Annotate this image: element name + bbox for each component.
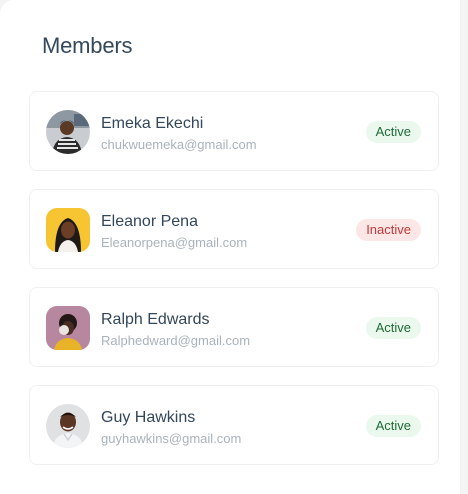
person-photo-avatar-icon bbox=[46, 110, 90, 154]
member-email: guyhawkins@gmail.com bbox=[101, 431, 242, 446]
member-email: Ralphedward@gmail.com bbox=[101, 333, 251, 348]
person-photo-avatar-icon bbox=[46, 306, 90, 350]
members-panel: Members Emeka Ekechi chukwuemeka@gmail.c… bbox=[0, 0, 460, 494]
member-card-guy-hawkins[interactable]: Guy Hawkins guyhawkins@gmail.com Active bbox=[29, 385, 439, 465]
status-badge: Active bbox=[365, 317, 421, 339]
avatar bbox=[46, 306, 90, 350]
member-name: Ralph Edwards bbox=[101, 311, 210, 328]
person-photo-avatar-icon bbox=[46, 208, 90, 252]
person-photo-avatar-icon bbox=[46, 404, 90, 448]
avatar bbox=[46, 404, 90, 448]
status-badge: Inactive bbox=[356, 219, 421, 241]
member-name: Guy Hawkins bbox=[101, 409, 196, 426]
avatar bbox=[46, 110, 90, 154]
status-badge: Active bbox=[365, 415, 421, 437]
member-card-ralph-edwards[interactable]: Ralph Edwards Ralphedward@gmail.com Acti… bbox=[29, 287, 439, 367]
status-badge: Active bbox=[365, 121, 421, 143]
page-title: Members bbox=[42, 33, 133, 58]
member-card-eleanor-pena[interactable]: Eleanor Pena Eleanorpena@gmail.com Inact… bbox=[29, 189, 439, 269]
member-name: Emeka Ekechi bbox=[101, 115, 204, 132]
member-card-emeka-ekechi[interactable]: Emeka Ekechi chukwuemeka@gmail.com Activ… bbox=[29, 91, 439, 171]
member-name: Eleanor Pena bbox=[101, 213, 198, 230]
member-email: chukwuemeka@gmail.com bbox=[101, 137, 257, 152]
avatar bbox=[46, 208, 90, 252]
member-email: Eleanorpena@gmail.com bbox=[101, 235, 248, 250]
